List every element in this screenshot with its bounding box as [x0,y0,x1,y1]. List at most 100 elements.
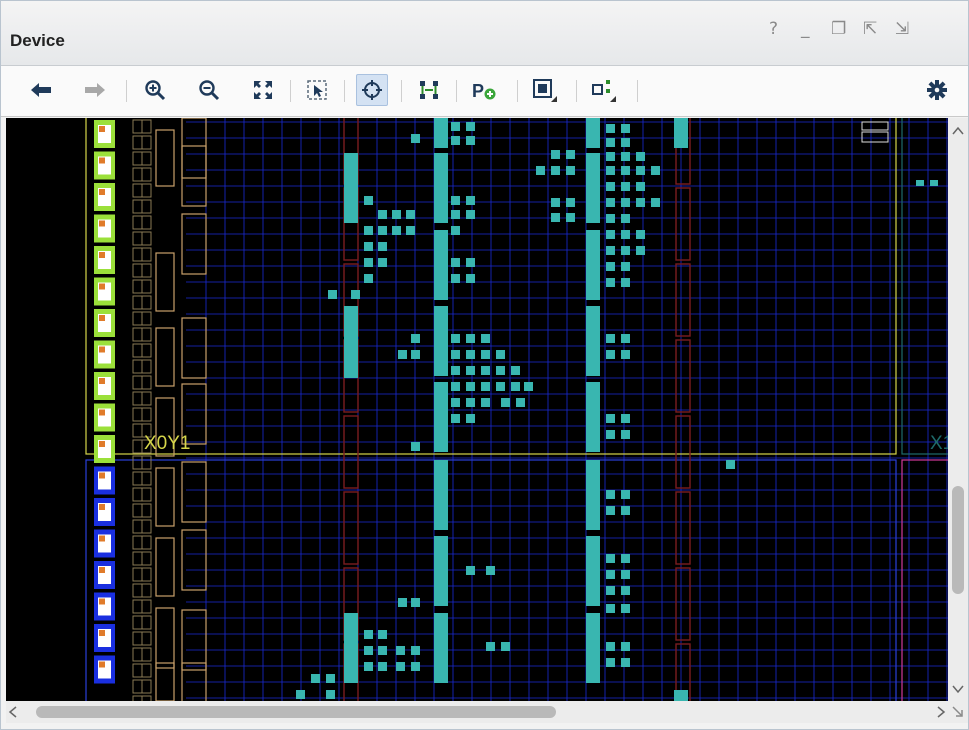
placed-cell [516,398,525,407]
scroll-up-icon[interactable] [952,126,964,135]
placed-cell [606,230,615,239]
placed-cell [466,366,475,375]
clb-column-tile [586,382,600,452]
device-canvas[interactable]: X0Y1 X1 [6,118,948,701]
zoom-out-button[interactable] [193,74,225,106]
placed-cell [398,350,407,359]
add-pblock-button[interactable]: P [468,74,500,106]
placed-cell [621,182,630,191]
placed-cell [451,122,460,131]
placed-cell [621,214,630,223]
placed-cell [451,398,460,407]
clb-column-tile [344,153,358,223]
placed-cell [551,166,560,175]
scroll-left-icon[interactable] [8,706,17,718]
help-icon[interactable]: ? [769,19,778,39]
placed-cell [378,662,387,671]
settings-button[interactable] [921,74,953,106]
placed-cell [606,554,615,563]
placed-cell [481,398,490,407]
routing-resources-button[interactable] [413,74,445,106]
forward-button[interactable] [79,74,111,106]
clb-column-tile [434,613,448,683]
placed-cell [536,166,545,175]
route-view-button[interactable] [588,74,620,106]
bram-tile [155,252,175,312]
placed-cell [328,290,337,299]
placed-cell [621,334,630,343]
placed-cell [621,506,630,515]
placed-cell [606,414,615,423]
clb-column-tile [586,460,600,530]
zoom-fit-button[interactable] [247,74,279,106]
bram-tile [181,317,207,379]
clock-region-label: X1 [930,433,948,454]
clb-column-tile [586,153,600,223]
placed-cell [364,274,373,283]
resize-corner[interactable] [948,701,968,723]
placed-cell [481,334,490,343]
placed-cell [606,586,615,595]
placed-cell [496,350,505,359]
placed-cell [451,226,460,235]
restore-icon[interactable]: ❐ [831,19,846,39]
placed-cell [621,658,630,667]
horizontal-scroll-thumb[interactable] [36,706,556,718]
bram-tile [181,145,207,207]
placed-cell [364,630,373,639]
bram-tile [155,662,175,701]
dsp-tile [343,491,359,565]
dsp-tile [675,567,691,641]
placed-cell [551,213,560,222]
placed-cell [351,290,360,299]
maximize-icon[interactable]: ⇲ [895,19,909,39]
placed-cell [481,350,490,359]
placed-cell [621,414,630,423]
minimize-icon[interactable]: _ [801,19,810,39]
placed-cell [364,196,373,205]
scroll-down-icon[interactable] [952,685,964,694]
placed-cell [296,690,305,699]
clb-column-tile [434,118,448,148]
placed-cell [621,152,630,161]
placed-cell [406,226,415,235]
placed-cell [606,490,615,499]
dsp-tile [675,187,691,261]
draw-pblock-button[interactable] [529,74,561,106]
placed-cell [606,214,615,223]
zoom-selection-button[interactable] [301,74,333,106]
forward-arrow-icon [85,83,105,97]
clb-column-tile [586,230,600,300]
autofit-selection-button[interactable] [356,74,388,106]
placed-cell [411,134,420,143]
device-fabric-view[interactable]: X0Y1 X1 [6,118,948,701]
clb-column-tile [586,306,600,376]
placed-cell [621,262,630,271]
horizontal-scrollbar[interactable] [6,701,948,723]
back-button[interactable] [25,74,57,106]
placed-cell [451,196,460,205]
placed-cell [364,646,373,655]
placed-cell [621,278,630,287]
placed-cell [411,598,420,607]
routing-resources-icon [420,81,438,99]
placed-cell [636,198,645,207]
bram-tile [155,129,175,187]
placed-cell [311,674,320,683]
placed-cell [621,124,630,133]
placed-cell [496,382,505,391]
scroll-right-icon[interactable] [937,706,946,718]
vertical-scrollbar[interactable] [948,118,968,701]
placed-cell [378,646,387,655]
float-icon[interactable]: ⇱ [863,19,877,39]
placed-cell [486,642,495,651]
zoom-in-button[interactable] [139,74,171,106]
placed-cell [621,430,630,439]
vertical-scroll-thumb[interactable] [952,486,964,594]
placed-cell [392,210,401,219]
placed-cell [411,646,420,655]
add-pblock-icon: P [472,81,496,101]
clb-column-tile [434,536,448,606]
clb-column-tile [434,306,448,376]
placed-cell [606,182,615,191]
